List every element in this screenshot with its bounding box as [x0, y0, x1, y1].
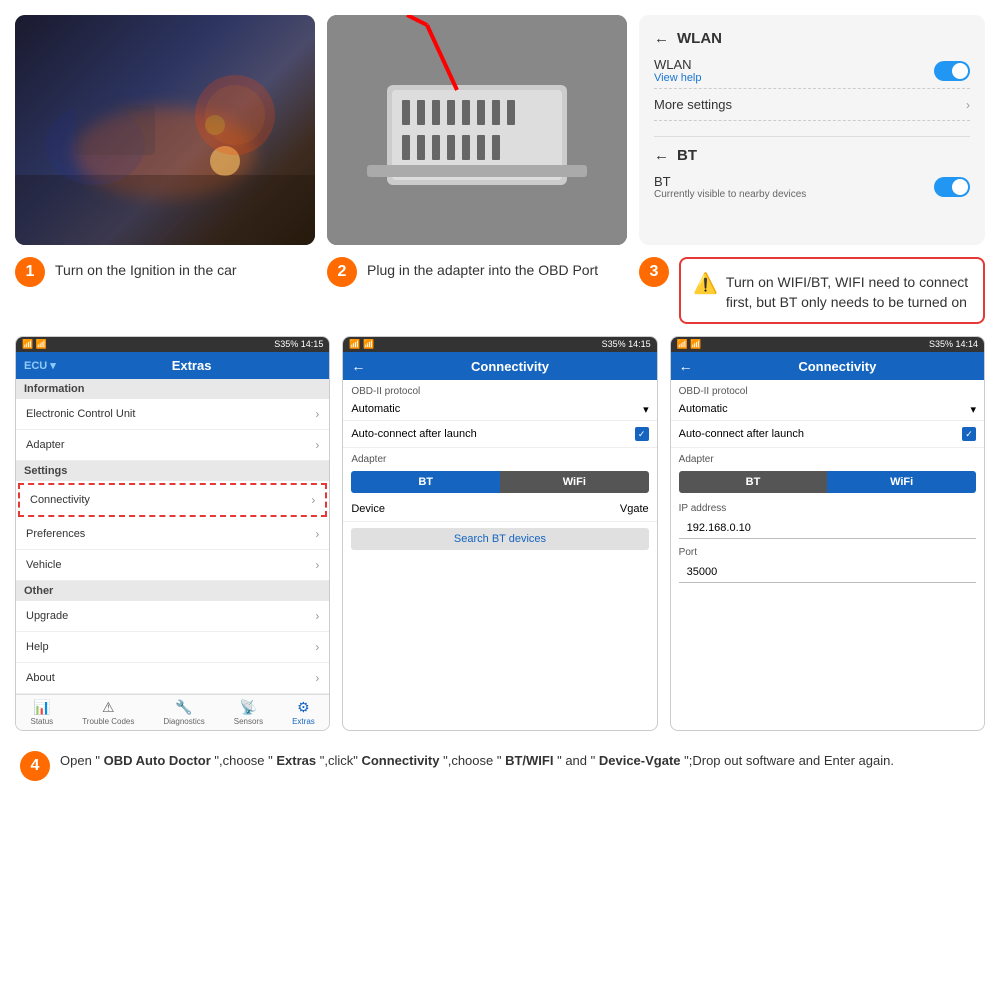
step4-text: Open " OBD Auto Doctor ",choose " Extras… [60, 751, 894, 772]
phone3-adapter-label: Adapter [671, 448, 984, 467]
more-settings-row[interactable]: More settings › [654, 88, 970, 121]
phone3-bt-tab[interactable]: BT [679, 471, 828, 493]
step3-box: ⚠️ Turn on WIFI/BT, WIFI need to connect… [679, 257, 985, 324]
list-item-adapter[interactable]: Adapter› [16, 430, 329, 461]
step2: 2 Plug in the adapter into the OBD Port [327, 257, 627, 324]
bt-header: ← BT [654, 147, 970, 164]
phone2-wifi-tab[interactable]: WiFi [500, 471, 649, 493]
phone3-back[interactable]: ← [679, 358, 693, 374]
step1: 1 Turn on the Ignition in the car [15, 257, 315, 324]
phone1-screen: 📶 📶 S35% 14:15 ECU ▾ Extras Information … [15, 336, 330, 731]
phone1-settings-section: Settings [16, 461, 329, 481]
phone3-body: OBD-II protocol Automatic ▾ Auto-connect… [671, 380, 984, 583]
list-item-ecu[interactable]: Electronic Control Unit› [16, 399, 329, 430]
phone2-device-value: Vgate [620, 503, 649, 515]
footer-status[interactable]: 📊Status [31, 699, 54, 726]
top-row: ← WLAN WLAN View help More settings › [15, 15, 985, 245]
bt-toggle[interactable] [934, 177, 970, 197]
wlan-view-help[interactable]: View help [654, 72, 702, 84]
phone2-statusbar: 📶 📶 S35% 14:15 [343, 337, 656, 352]
phone3-port-label: Port [671, 541, 984, 560]
phone3-obd-label: OBD-II protocol [671, 380, 984, 399]
phone2-header: ← Connectivity [343, 352, 656, 380]
phone3-ip-value[interactable]: 192.168.0.10 [679, 518, 976, 539]
footer-diagnostics[interactable]: 🔧Diagnostics [163, 699, 204, 726]
phone1-footer: 📊Status ⚠Trouble Codes 🔧Diagnostics 📡Sen… [16, 694, 329, 730]
wlan-title: WLAN [677, 30, 722, 47]
bt-section: ← BT BT Currently visible to nearby devi… [654, 147, 970, 200]
phone1-title: Extras [62, 358, 322, 373]
phone1-header: ECU ▾ Extras [16, 352, 329, 379]
phone3-ip-label: IP address [671, 497, 984, 516]
phone2-back[interactable]: ← [351, 358, 365, 374]
phone3-header: ← Connectivity [671, 352, 984, 380]
phone1-body: Information Electronic Control Unit› Ada… [16, 379, 329, 694]
phone2-obd-label: OBD-II protocol [343, 380, 656, 399]
list-item-preferences[interactable]: Preferences› [16, 519, 329, 550]
phone3-statusbar: 📶 📶 S35% 14:14 [671, 337, 984, 352]
step1-text: Turn on the Ignition in the car [55, 257, 237, 281]
phone1-other-section: Other [16, 581, 329, 601]
bt-label: BT [654, 174, 806, 189]
more-settings-chevron: › [966, 98, 970, 112]
footer-extras[interactable]: ⚙Extras [292, 699, 315, 726]
obd-photo [327, 15, 627, 245]
wlan-bt-panel: ← WLAN WLAN View help More settings › [639, 15, 985, 245]
footer-trouble[interactable]: ⚠Trouble Codes [82, 699, 134, 726]
wlan-toggle[interactable] [934, 61, 970, 81]
bt-toggle-row: BT Currently visible to nearby devices [654, 174, 970, 200]
step2-circle: 2 [327, 257, 357, 287]
phone2-screen: 📶 📶 S35% 14:15 ← Connectivity OBD-II pro… [342, 336, 657, 731]
phone1-info-section: Information [16, 379, 329, 399]
wlan-label: WLAN [654, 57, 702, 72]
step3-circle: 3 [639, 257, 669, 287]
phone2-search-btn[interactable]: Search BT devices [351, 528, 648, 550]
phone1-ecu[interactable]: ECU ▾ [24, 359, 56, 372]
warning-icon: ⚠️ [693, 271, 718, 296]
steps-row: 1 Turn on the Ignition in the car 2 Plug… [15, 257, 985, 324]
phone2-bt-tab[interactable]: BT [351, 471, 500, 493]
wlan-section: ← WLAN WLAN View help More settings › [654, 30, 970, 121]
phone3-autoconnect: Auto-connect after launch ✓ [671, 421, 984, 448]
phone2-title: Connectivity [371, 359, 648, 374]
list-item-connectivity[interactable]: Connectivity› [18, 483, 327, 517]
step3: 3 ⚠️ Turn on WIFI/BT, WIFI need to conne… [639, 257, 985, 324]
step4: 4 Open " OBD Auto Doctor ",choose " Extr… [15, 743, 985, 789]
phones-row: 📶 📶 S35% 14:15 ECU ▾ Extras Information … [15, 336, 985, 731]
wlan-bt-divider [654, 136, 970, 137]
phone1-statusbar: 📶 📶 S35% 14:15 [16, 337, 329, 352]
wlan-back-arrow[interactable]: ← [654, 30, 669, 47]
phone3-wifi-tab[interactable]: WiFi [827, 471, 976, 493]
phone2-adapter-tabs: BT WiFi [351, 471, 648, 493]
phone2-device-label: Device [351, 503, 385, 515]
phone3-title: Connectivity [699, 359, 976, 374]
bt-title: BT [677, 147, 697, 164]
phone3-obd-dropdown[interactable]: Automatic ▾ [671, 399, 984, 421]
footer-sensors[interactable]: 📡Sensors [234, 699, 263, 726]
phone3-autoconnect-checkbox[interactable]: ✓ [962, 427, 976, 441]
step2-text: Plug in the adapter into the OBD Port [367, 257, 598, 281]
phone2-obd-dropdown[interactable]: Automatic ▾ [343, 399, 656, 421]
phone3-adapter-tabs: BT WiFi [679, 471, 976, 493]
phone2-autoconnect: Auto-connect after launch ✓ [343, 421, 656, 448]
list-item-upgrade[interactable]: Upgrade› [16, 601, 329, 632]
list-item-vehicle[interactable]: Vehicle› [16, 550, 329, 581]
phone2-device-row: Device Vgate [343, 497, 656, 522]
wlan-header: ← WLAN [654, 30, 970, 47]
step4-circle: 4 [20, 751, 50, 781]
phone3-port-value[interactable]: 35000 [679, 562, 976, 583]
wlan-toggle-row: WLAN View help [654, 57, 970, 84]
bt-sublabel: Currently visible to nearby devices [654, 189, 806, 200]
list-item-about[interactable]: About› [16, 663, 329, 694]
step1-circle: 1 [15, 257, 45, 287]
phone3-screen: 📶 📶 S35% 14:14 ← Connectivity OBD-II pro… [670, 336, 985, 731]
bt-back-arrow[interactable]: ← [654, 147, 669, 164]
car-photo [15, 15, 315, 245]
phone2-adapter-label: Adapter [343, 448, 656, 467]
phone2-autoconnect-checkbox[interactable]: ✓ [635, 427, 649, 441]
phone2-body: OBD-II protocol Automatic ▾ Auto-connect… [343, 380, 656, 550]
main-container: ← WLAN WLAN View help More settings › [0, 0, 1000, 1000]
list-item-help[interactable]: Help› [16, 632, 329, 663]
step3-text: Turn on WIFI/BT, WIFI need to connect fi… [726, 269, 971, 312]
